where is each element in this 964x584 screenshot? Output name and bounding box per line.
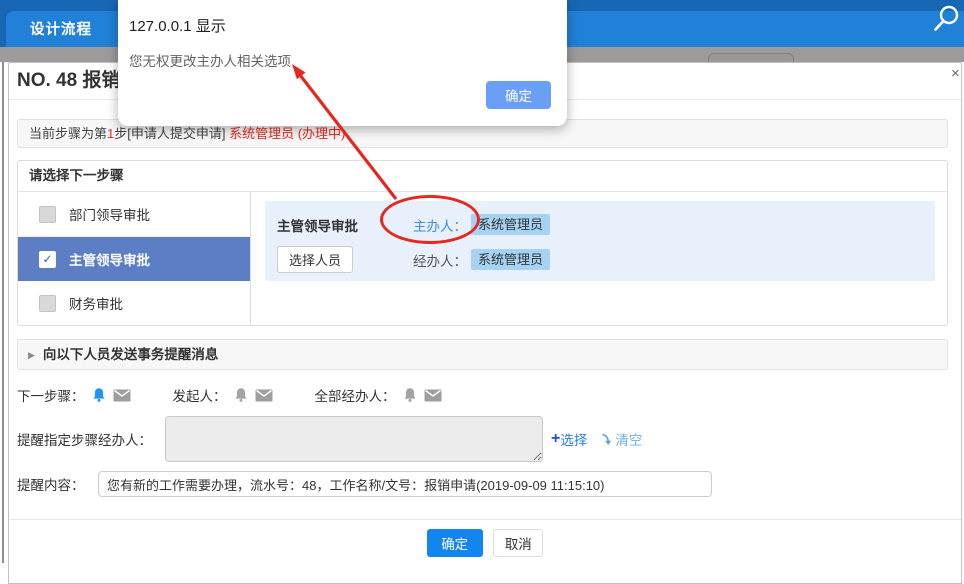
target-next-step: 下一步骤：: [17, 385, 131, 405]
alert-ok-button[interactable]: 确定: [486, 81, 551, 109]
mail-icon[interactable]: [255, 389, 273, 402]
page-edge-line: [2, 62, 4, 563]
owner-link[interactable]: 主办人：: [413, 219, 467, 234]
notify-section-header[interactable]: ▶ 向以下人员发送事务提醒消息: [17, 339, 948, 370]
remind-content-row: 提醒内容：: [17, 471, 961, 497]
agent-label: 经办人：: [413, 253, 467, 269]
notify-section-title: 向以下人员发送事务提醒消息: [42, 347, 219, 362]
target-label: 下一步骤：: [17, 389, 85, 404]
assign-agent-textarea[interactable]: [165, 416, 543, 462]
browser-alert-dialog: 127.0.0.1 显示 您无权更改主办人相关选项 确定: [118, 0, 567, 126]
assign-agent-label: 提醒指定步骤经办人：: [17, 433, 152, 448]
checkbox-checked-icon[interactable]: ✓: [39, 250, 56, 268]
step-option-dept-leader[interactable]: 部门领导审批: [18, 192, 250, 237]
plus-icon: +: [551, 430, 561, 447]
agent-person-chip: 系统管理员: [471, 249, 551, 270]
alert-title: 127.0.0.1 显示: [129, 18, 226, 35]
clear-link[interactable]: 清空: [615, 429, 642, 449]
confirm-button[interactable]: 确定: [426, 529, 483, 557]
current-step-text: 当前步骤为第: [29, 126, 108, 141]
select-link[interactable]: 选择: [560, 429, 587, 449]
tab-design-flow-label: 设计流程: [30, 22, 92, 38]
alert-message: 您无权更改主办人相关选项: [129, 54, 291, 69]
current-step-name: 步[申请人提交申请]: [114, 126, 230, 141]
checkbox-unchecked-icon[interactable]: [39, 205, 56, 223]
search-icon[interactable]: [931, 4, 961, 36]
checkbox-unchecked-icon[interactable]: [39, 294, 56, 312]
notify-targets-row: 下一步骤： 发起人： 全部经办人：: [17, 383, 961, 407]
current-step-handler: 系统管理员 (办理中): [229, 126, 346, 141]
step-option-label: 主管领导审批: [69, 253, 150, 268]
next-step-panel: 请选择下一步骤 部门领导审批 ✓ 主管领导审批 财务审批 主管领导审批 主办人：…: [17, 160, 948, 326]
next-step-list: 部门领导审批 ✓ 主管领导审批 财务审批: [18, 192, 251, 325]
cancel-button[interactable]: 取消: [493, 529, 544, 557]
modal-footer: 确定 取消: [9, 520, 961, 557]
next-step-panel-header: 请选择下一步骤: [18, 161, 947, 192]
workflow-dialog: NO. 48 报销 × 当前步骤为第1步[申请人提交申请] 系统管理员 (办理中…: [8, 62, 962, 584]
target-all-agents: 全部经办人：: [315, 385, 442, 405]
bell-icon[interactable]: [92, 387, 106, 403]
selected-step-name: 主管领导审批: [277, 218, 358, 234]
step-option-finance[interactable]: 财务审批: [18, 281, 250, 325]
clear-link-wrap[interactable]: 清空: [600, 429, 642, 449]
close-icon[interactable]: ×: [951, 65, 964, 82]
target-label: 发起人：: [172, 389, 227, 404]
bell-icon[interactable]: [234, 387, 248, 403]
step-option-label: 财务审批: [69, 297, 123, 312]
target-initiator: 发起人：: [173, 385, 273, 405]
selected-step-detail: 主管领导审批 主办人： 系统管理员 选择人员 经办人： 系统管理员: [251, 192, 947, 325]
owner-person-chip: 系统管理员: [471, 214, 551, 235]
clear-arrow-icon: [602, 433, 612, 445]
select-person-button[interactable]: 选择人员: [277, 246, 353, 273]
collapse-triangle-icon: ▶: [28, 350, 35, 360]
selected-step-detail-box: 主管领导审批 主办人： 系统管理员 选择人员 经办人： 系统管理员: [265, 201, 935, 281]
mail-icon[interactable]: [424, 389, 442, 402]
mail-icon[interactable]: [113, 389, 131, 402]
remind-content-input[interactable]: [98, 471, 712, 497]
step-option-chief-leader[interactable]: ✓ 主管领导审批: [18, 237, 250, 281]
step-option-label: 部门领导审批: [69, 208, 150, 223]
remind-content-label: 提醒内容：: [17, 478, 85, 493]
bell-icon[interactable]: [403, 387, 417, 403]
assign-agent-row: 提醒指定步骤经办人： + 选择 清空: [17, 416, 961, 462]
target-label: 全部经办人：: [314, 389, 396, 404]
